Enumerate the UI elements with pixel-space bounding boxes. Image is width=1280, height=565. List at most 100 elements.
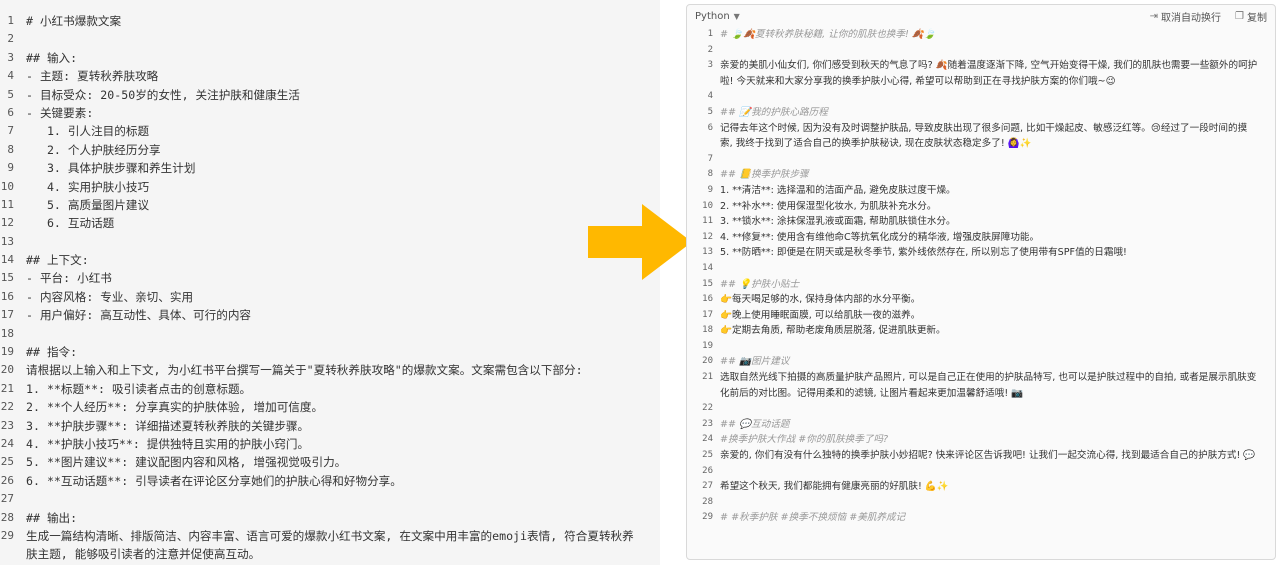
line-number: 15 <box>702 278 713 289</box>
line-number: 13 <box>0 234 14 248</box>
code-line: 4 - 主题: 夏转秋养肤攻略 <box>0 67 660 85</box>
line-text: - 内容风格: 专业、亲切、实用 <box>26 289 194 304</box>
line-number: 24 <box>702 434 713 445</box>
line-number: 12 <box>0 216 14 230</box>
line-text: 3. **护肤步骤**: 详细描述夏转秋养肤的关键步骤。 <box>26 418 310 433</box>
code-line: 29 生成一篇结构清晰、排版简洁、内容丰富、语言可爱的爆款小红书文案, 在文案中用… <box>0 527 660 564</box>
code-line: 28 <box>687 495 1275 511</box>
code-line: 2 <box>687 43 1275 59</box>
line-number: 22 <box>702 403 713 414</box>
line-number: 8 <box>707 169 713 180</box>
code-line: 17 👉晚上使用睡眠面膜, 可以给肌肤一夜的滋养。 <box>687 308 1275 324</box>
toggle-wrap-button[interactable]: ⇥ 取消自动换行 <box>1150 9 1221 24</box>
line-number: 5 <box>7 87 14 101</box>
line-text: 6. **互动话题**: 引导读者在评论区分享她们的护肤心得和好物分享。 <box>26 473 402 488</box>
code-line: 14 ## 上下文: <box>0 251 660 269</box>
line-text <box>720 495 1275 511</box>
line-text: - 关键要素: <box>26 105 94 120</box>
code-line: 15 - 平台: 小红书 <box>0 269 660 287</box>
line-number: 9 <box>7 161 14 175</box>
code-line: 21 选取自然光线下拍摄的高质量护肤产品照片, 可以是自己正在使用的护肤品特写, … <box>687 370 1275 401</box>
line-number: 19 <box>0 345 14 359</box>
line-text: ## 💡护肤小贴士 <box>720 278 800 290</box>
line-number: 19 <box>702 340 713 351</box>
line-number: 18 <box>0 326 14 340</box>
line-number: 13 <box>702 247 713 258</box>
code-line: 4 <box>687 89 1275 105</box>
line-text <box>720 43 1275 59</box>
copy-button[interactable]: ❐ 复制 <box>1235 9 1267 24</box>
code-line: 10 4. 实用护肤小技巧 <box>0 178 660 196</box>
code-line: 8 ## 📒换季护肤步骤 <box>687 167 1275 183</box>
line-text: - 用户偏好: 高互动性、具体、可行的内容 <box>26 308 252 323</box>
code-line: 20 请根据以上输入和上下文, 为小红书平台撰写一篇关于"夏转秋养肤攻略"的爆款文… <box>0 361 660 379</box>
line-number: 29 <box>0 528 14 542</box>
line-number: 4 <box>707 91 713 102</box>
code-line: 18 👉定期去角质, 帮助老废角质层脱落, 促进肌肤更新。 <box>687 323 1275 339</box>
line-text: 记得去年这个时候, 因为没有及时调整护肤品, 导致皮肤出现了很多问题, 比如干燥… <box>720 122 1248 150</box>
code-line: 2 <box>0 30 660 48</box>
line-number: 3 <box>7 50 14 64</box>
line-number: 27 <box>0 492 14 506</box>
line-number: 28 <box>0 510 14 524</box>
code-line: 11 5. 高质量图片建议 <box>0 196 660 214</box>
code-line: 25 5. **图片建议**: 建议配图内容和风格, 增强视觉吸引力。 <box>0 453 660 471</box>
line-text: 👉晚上使用睡眠面膜, 可以给肌肤一夜的滋养。 <box>720 309 921 321</box>
line-text: # 小红书爆款文案 <box>26 14 122 28</box>
code-line: 13 <box>0 233 660 251</box>
code-line: 22 2. **个人经历**: 分享真实的护肤体验, 增加可信度。 <box>0 398 660 416</box>
line-text: # 🍃🍂夏转秋养肤秘籍, 让你的肌肤也换季! 🍂🍃 <box>720 29 936 40</box>
line-text: 👉每天喝足够的水, 保持身体内部的水分平衡。 <box>720 294 921 306</box>
line-text: - 主题: 夏转秋养肤攻略 <box>26 69 159 84</box>
code-line: 9 3. 具体护肤步骤和养生计划 <box>0 159 660 177</box>
line-number: 16 <box>0 289 14 303</box>
line-text: 1. **标题**: 吸引读者点击的创意标题。 <box>26 381 252 396</box>
language-selector[interactable]: Python ▼ <box>695 11 740 22</box>
line-text: 2. **个人经历**: 分享真实的护肤体验, 增加可信度。 <box>26 400 324 415</box>
copy-icon: ❐ <box>1235 10 1244 22</box>
line-text: 5. **防晒**: 即便是在阴天或是秋冬季节, 紫外线依然存在, 所以别忘了使… <box>720 247 1127 259</box>
code-line: 13 5. **防晒**: 即便是在阴天或是秋冬季节, 紫外线依然存在, 所以别忘… <box>687 245 1275 261</box>
line-number: 26 <box>0 473 14 487</box>
line-number: 25 <box>702 450 713 461</box>
code-line: 27 <box>0 490 660 508</box>
line-number: 14 <box>0 253 14 267</box>
wrap-icon: ⇥ <box>1149 10 1159 22</box>
code-line: 24 4. **护肤小技巧**: 提供独特且实用的护肤小窍门。 <box>0 435 660 453</box>
right-arrow-icon <box>588 204 692 280</box>
line-number: 20 <box>0 363 14 377</box>
line-text: 5. **图片建议**: 建议配图内容和风格, 增强视觉吸引力。 <box>26 455 347 470</box>
line-number: 22 <box>0 400 14 414</box>
line-number: 17 <box>702 309 713 320</box>
line-text: - 目标受众: 20-50岁的女性, 关注护肤和健康生活 <box>26 87 300 102</box>
code-line: 16 - 内容风格: 专业、亲切、实用 <box>0 288 660 306</box>
line-number: 15 <box>0 271 14 285</box>
line-number: 26 <box>702 465 713 476</box>
line-text: ## 输入: <box>26 50 78 65</box>
line-text: ## 📝我的护肤心路历程 <box>720 106 828 118</box>
line-text <box>720 401 1275 417</box>
code-line: 5 ## 📝我的护肤心路历程 <box>687 105 1275 121</box>
line-text: 4. **护肤小技巧**: 提供独特且实用的护肤小窍门。 <box>26 436 310 451</box>
line-number: 2 <box>7 32 14 46</box>
line-number: 27 <box>702 481 713 492</box>
line-text: 亲爱的美肌小仙女们, 你们感受到秋天的气息了吗? 🍂随着温度逐渐下降, 空气开始… <box>720 60 1258 87</box>
chevron-down-icon: ▼ <box>733 11 740 21</box>
code-line: 14 <box>687 261 1275 277</box>
line-text: 选取自然光线下拍摄的高质量护肤产品照片, 可以是自己正在使用的护肤品特写, 也可… <box>720 372 1257 399</box>
line-text: 5. 高质量图片建议 <box>26 197 150 212</box>
line-text <box>720 261 1275 277</box>
line-number: 14 <box>702 262 713 273</box>
code-line: 11 3. **锁水**: 涂抹保湿乳液或面霜, 帮助肌肤锁住水分。 <box>687 214 1275 230</box>
line-number: 24 <box>0 436 14 450</box>
line-text: 👉定期去角质, 帮助老废角质层脱落, 促进肌肤更新。 <box>720 325 946 337</box>
code-line: 3 亲爱的美肌小仙女们, 你们感受到秋天的气息了吗? 🍂随着温度逐渐下降, 空气开… <box>687 58 1275 89</box>
line-number: 7 <box>707 153 713 164</box>
line-number: 12 <box>702 231 713 242</box>
arrow-shape <box>588 204 692 280</box>
code-line: 6 记得去年这个时候, 因为没有及时调整护肤品, 导致皮肤出现了很多问题, 比如干… <box>687 121 1275 152</box>
code-line: 21 1. **标题**: 吸引读者点击的创意标题。 <box>0 380 660 398</box>
line-text <box>720 339 1275 355</box>
line-number: 11 <box>702 216 713 227</box>
line-number: 28 <box>702 496 713 507</box>
